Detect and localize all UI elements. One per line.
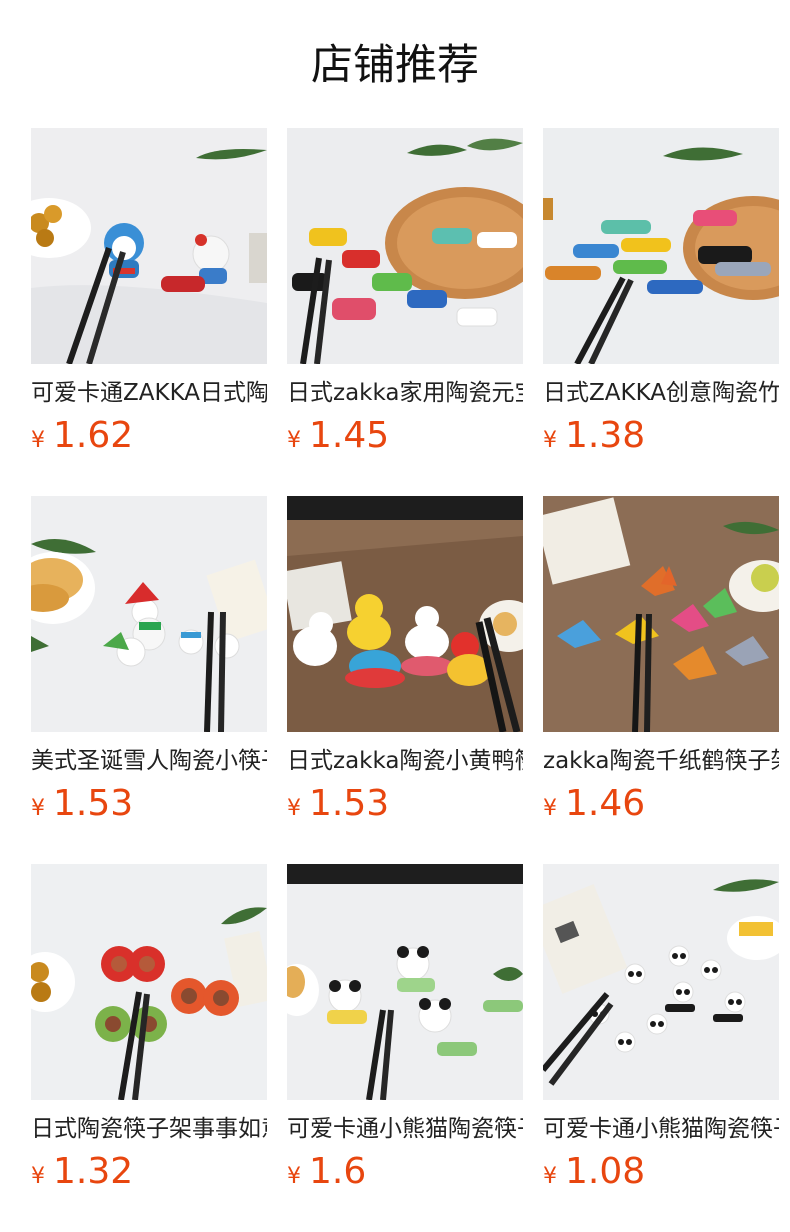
price-value: 1.53 [53, 783, 134, 824]
product-name[interactable]: 可爱卡通小熊猫陶瓷筷子架 [287, 1112, 523, 1146]
product-price: ¥1.46 [543, 782, 645, 826]
price-value: 1.32 [53, 1151, 134, 1192]
product-image[interactable] [287, 864, 523, 1100]
product-name[interactable]: 日式陶瓷筷子架事事如意 [31, 1112, 267, 1146]
product-card[interactable]: 可爱卡通ZAKKA日式陶瓷筷子架 ¥1.62 [31, 128, 267, 464]
product-price: ¥1.32 [31, 1150, 133, 1194]
product-card[interactable]: 日式ZAKKA创意陶瓷竹节筷子架 ¥1.38 [543, 128, 779, 464]
currency-symbol: ¥ [543, 428, 557, 453]
currency-symbol: ¥ [287, 1164, 301, 1189]
product-name[interactable]: 可爱卡通ZAKKA日式陶瓷筷子架 [31, 376, 267, 410]
currency-symbol: ¥ [287, 428, 301, 453]
price-value: 1.6 [309, 1151, 367, 1192]
product-card[interactable]: 美式圣诞雪人陶瓷小筷子架 ¥1.53 [31, 496, 267, 832]
product-card[interactable]: zakka陶瓷千纸鹤筷子架 ¥1.46 [543, 496, 779, 832]
product-image[interactable] [287, 496, 523, 732]
product-price: ¥1.53 [31, 782, 133, 826]
currency-symbol: ¥ [543, 796, 557, 821]
product-price: ¥1.6 [287, 1150, 366, 1194]
product-name[interactable]: 可爱卡通小熊猫陶瓷筷子架 [543, 1112, 779, 1146]
product-image[interactable] [287, 128, 523, 364]
product-image[interactable] [543, 496, 779, 732]
price-value: 1.08 [565, 1151, 646, 1192]
product-image[interactable] [31, 496, 267, 732]
page-title: 店铺推荐 [310, 40, 479, 89]
currency-symbol: ¥ [31, 1164, 45, 1189]
product-image[interactable] [31, 128, 267, 364]
product-name[interactable]: 日式zakka家用陶瓷元宝筷子架 [287, 376, 523, 410]
product-card[interactable]: 可爱卡通小熊猫陶瓷筷子架 ¥1.6 [287, 864, 523, 1200]
product-price: ¥1.53 [287, 782, 389, 826]
currency-symbol: ¥ [31, 796, 45, 821]
currency-symbol: ¥ [287, 796, 301, 821]
price-value: 1.45 [309, 415, 390, 456]
product-price: ¥1.45 [287, 414, 389, 458]
product-card[interactable]: 日式zakka家用陶瓷元宝筷子架 ¥1.45 [287, 128, 523, 464]
price-value: 1.46 [565, 783, 646, 824]
product-name[interactable]: 日式zakka陶瓷小黄鸭筷子架 [287, 744, 523, 778]
product-image[interactable] [543, 128, 779, 364]
product-card[interactable]: 可爱卡通小熊猫陶瓷筷子架 ¥1.08 [543, 864, 779, 1200]
price-value: 1.38 [565, 415, 646, 456]
product-name[interactable]: 日式ZAKKA创意陶瓷竹节筷子架 [543, 376, 779, 410]
product-card[interactable]: 日式zakka陶瓷小黄鸭筷子架 ¥1.53 [287, 496, 523, 832]
product-name[interactable]: zakka陶瓷千纸鹤筷子架 [543, 744, 779, 778]
product-price: ¥1.62 [31, 414, 133, 458]
currency-symbol: ¥ [31, 428, 45, 453]
product-image[interactable] [31, 864, 267, 1100]
product-card[interactable]: 日式陶瓷筷子架事事如意 ¥1.32 [31, 864, 267, 1200]
product-price: ¥1.08 [543, 1150, 645, 1194]
price-value: 1.62 [53, 415, 134, 456]
product-grid: 可爱卡通ZAKKA日式陶瓷筷子架 ¥1.62 [31, 128, 790, 1232]
currency-symbol: ¥ [543, 1164, 557, 1189]
price-value: 1.53 [309, 783, 390, 824]
product-image[interactable] [543, 864, 779, 1100]
product-price: ¥1.38 [543, 414, 645, 458]
product-name[interactable]: 美式圣诞雪人陶瓷小筷子架 [31, 744, 267, 778]
